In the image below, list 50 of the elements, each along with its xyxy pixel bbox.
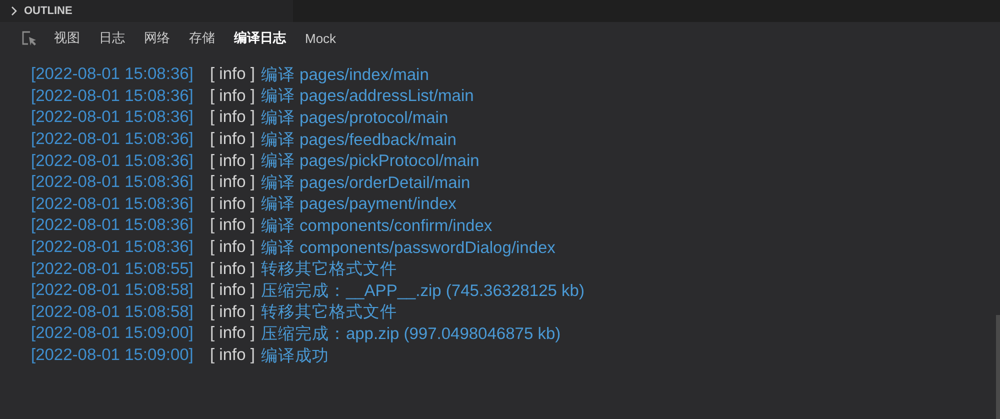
log-message: 编译 components/passwordDialog/index (260, 238, 556, 259)
log-message: 编译 pages/addressList/main (260, 86, 474, 108)
panel-tab[interactable]: 网络 (136, 27, 178, 49)
log-timestamp: [2022-08-01 15:08:36] (31, 238, 194, 258)
log-level: [ info ] (210, 346, 255, 366)
panel-tab[interactable]: 视图 (46, 27, 88, 49)
log-level: [ info ] (210, 238, 255, 258)
log-message: 转移其它格式文件 (260, 259, 397, 280)
panel-tab[interactable]: 存储 (181, 27, 223, 49)
log-timestamp: [2022-08-01 15:08:36] (31, 173, 194, 192)
log-message: 编译 pages/payment/index (260, 194, 456, 216)
log-level: [ info ] (210, 152, 255, 171)
log-message: 编译 pages/orderDetail/main (260, 172, 470, 194)
log-message: 转移其它格式文件 (260, 302, 397, 324)
log-level: [ info ] (210, 173, 255, 192)
log-message: 编译成功 (260, 346, 329, 367)
inspect-icon[interactable] (20, 29, 38, 47)
log-timestamp: [2022-08-01 15:08:36] (31, 108, 194, 128)
log-timestamp: [2022-08-01 15:09:00] (31, 346, 194, 366)
panel-tab[interactable]: Mock (297, 28, 344, 48)
log-timestamp: [2022-08-01 15:08:36] (31, 65, 194, 84)
log-level: [ info ] (210, 324, 255, 344)
log-message: 编译 components/confirm/index (260, 216, 492, 237)
log-level: [ info ] (210, 108, 255, 128)
log-timestamp: [2022-08-01 15:09:00] (31, 324, 194, 344)
log-level: [ info ] (210, 65, 255, 84)
log-timestamp: [2022-08-01 15:08:36] (31, 194, 194, 214)
log-level: [ info ] (210, 281, 255, 300)
log-timestamp: [2022-08-01 15:08:55] (31, 260, 194, 279)
panel-tab[interactable]: 编译日志 (226, 27, 294, 49)
log-level: [ info ] (210, 194, 255, 214)
log-timestamp: [2022-08-01 15:08:36] (31, 152, 194, 171)
panel-tab[interactable]: 日志 (91, 27, 133, 49)
log-message: 压缩完成：__APP__.zip (745.36328125 kb) (260, 280, 584, 302)
log-message: 编译 pages/feedback/main (260, 130, 456, 151)
log-timestamp: [2022-08-01 15:08:58] (31, 302, 194, 322)
log-level: [ info ] (210, 260, 255, 279)
log-level: [ info ] (210, 216, 255, 236)
section-title[interactable]: OUTLINE (24, 5, 72, 17)
log-message: 编译 pages/protocol/main (260, 108, 448, 129)
log-level: [ info ] (210, 302, 255, 322)
log-level: [ info ] (210, 86, 255, 106)
log-message: 压缩完成：app.zip (997.0498046875 kb) (260, 324, 561, 345)
log-timestamp: [2022-08-01 15:08:36] (31, 216, 194, 236)
log-timestamp: [2022-08-01 15:08:36] (31, 130, 194, 150)
log-message: 编译 pages/pickProtocol/main (260, 151, 480, 172)
log-timestamp: [2022-08-01 15:08:36] (31, 86, 194, 106)
log-timestamp: [2022-08-01 15:08:58] (31, 281, 194, 300)
log-level: [ info ] (210, 130, 255, 150)
log-message: 编译 pages/index/main (260, 64, 429, 86)
